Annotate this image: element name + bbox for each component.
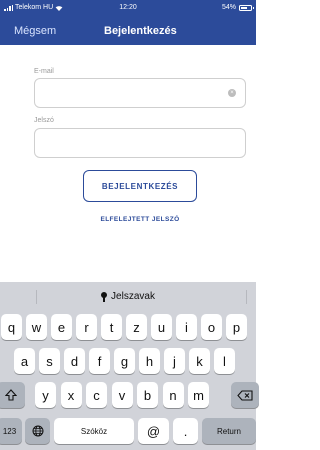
key-c[interactable]: c — [86, 382, 107, 408]
key-i[interactable]: i — [176, 314, 197, 340]
key-b[interactable]: b — [137, 382, 158, 408]
forgot-password-link[interactable]: ELFELEJTETT JELSZÓ — [0, 216, 280, 223]
key-e[interactable]: e — [51, 314, 72, 340]
return-key[interactable]: Return — [202, 418, 256, 444]
keyboard: Jelszavak qwertzuiop asdfghjkl yxcvbnm 1… — [0, 282, 259, 450]
top-bar: Telekom HU 12:20 54% Mégsem Bejelentkezé… — [0, 0, 256, 45]
battery-percent: 54% — [221, 4, 236, 11]
key-s[interactable]: s — [39, 348, 60, 374]
key-w[interactable]: w — [26, 314, 47, 340]
shift-icon — [5, 389, 17, 401]
backspace-key[interactable] — [231, 382, 259, 408]
key-g[interactable]: g — [114, 348, 135, 374]
key-y[interactable]: y — [35, 382, 56, 408]
globe-key[interactable] — [25, 418, 50, 444]
key-t[interactable]: t — [101, 314, 122, 340]
key-h[interactable]: h — [139, 348, 160, 374]
globe-icon — [32, 425, 43, 437]
clear-icon[interactable]: × — [228, 89, 236, 97]
key-n[interactable]: n — [162, 382, 184, 408]
key-d[interactable]: d — [64, 348, 85, 374]
key-v[interactable]: v — [111, 382, 133, 408]
key-q[interactable]: q — [1, 314, 22, 340]
status-bar: Telekom HU 12:20 54% — [0, 0, 256, 17]
key-m[interactable]: m — [188, 382, 209, 408]
key-k[interactable]: k — [189, 348, 210, 374]
space-key[interactable]: Szóköz — [54, 418, 134, 444]
key-u[interactable]: u — [151, 314, 172, 340]
shift-key[interactable] — [0, 382, 25, 408]
at-key[interactable]: @ — [138, 418, 169, 444]
email-label: E-mail — [34, 68, 54, 75]
password-label: Jelszó — [34, 117, 54, 124]
cancel-button[interactable]: Mégsem — [14, 25, 56, 37]
dot-key[interactable]: . — [173, 418, 198, 444]
key-f[interactable]: f — [89, 348, 110, 374]
suggestion-bar: Jelszavak — [0, 282, 256, 312]
key-j[interactable]: j — [164, 348, 185, 374]
login-button[interactable]: BEJELENTKEZÉS — [83, 170, 197, 202]
passwords-label: Jelszavak — [111, 291, 155, 302]
key-r[interactable]: r — [76, 314, 97, 340]
nav-bar: Mégsem Bejelentkezés — [0, 22, 256, 44]
password-field[interactable] — [34, 128, 246, 158]
numbers-key[interactable]: 123 — [0, 418, 22, 444]
key-l[interactable]: l — [214, 348, 235, 374]
key-icon — [101, 291, 108, 302]
passwords-suggestion[interactable]: Jelszavak — [0, 291, 256, 302]
key-a[interactable]: a — [14, 348, 35, 374]
key-z[interactable]: z — [126, 314, 147, 340]
key-p[interactable]: p — [226, 314, 247, 340]
battery-icon — [239, 4, 254, 11]
key-x[interactable]: x — [60, 382, 82, 408]
key-o[interactable]: o — [201, 314, 222, 340]
backspace-icon — [237, 389, 253, 401]
battery-group: 54% — [221, 4, 254, 11]
email-field[interactable]: × — [34, 78, 246, 108]
clock: 12:20 — [119, 4, 137, 11]
page-title: Bejelentkezés — [104, 25, 177, 37]
